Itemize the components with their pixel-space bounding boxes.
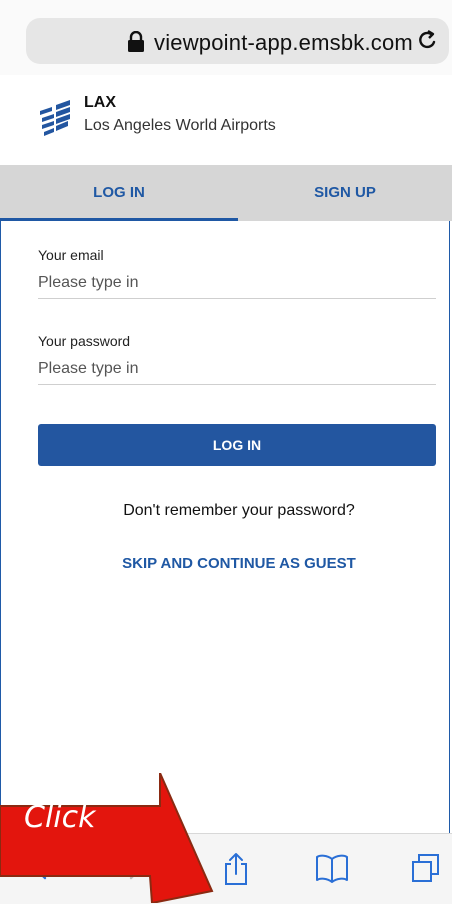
email-label: Your email [38,247,104,263]
tab-sign-up[interactable]: SIGN UP [238,165,452,221]
lax-logo [40,100,70,136]
bookmarks-icon[interactable] [314,852,350,884]
auth-tabs: LOG IN SIGN UP [0,165,452,221]
click-annotation-label: Click [24,800,96,835]
forgot-password-link[interactable]: Don't remember your password? [0,502,452,520]
url-text: viewpoint-app.emsbk.com [154,30,413,55]
login-button[interactable]: LOG IN [38,424,436,466]
click-arrow-annotation [0,773,214,903]
browser-bar: viewpoint-app.emsbk.com [0,0,452,75]
password-label: Your password [38,333,131,349]
tabs-icon[interactable] [410,852,442,884]
app-subtitle: Los Angeles World Airports [84,117,276,134]
address-bar[interactable]: viewpoint-app.emsbk.com [26,18,449,64]
password-field[interactable] [38,354,436,385]
reload-icon[interactable] [415,29,439,53]
email-field[interactable] [38,268,436,299]
lock-icon [128,31,144,52]
app-title: LAX [84,94,116,111]
app-header: LAX Los Angeles World Airports [0,75,452,165]
continue-as-guest-link[interactable]: SKIP AND CONTINUE AS GUEST [0,555,452,572]
tab-log-in[interactable]: LOG IN [0,165,238,221]
active-tab-indicator [0,218,238,221]
